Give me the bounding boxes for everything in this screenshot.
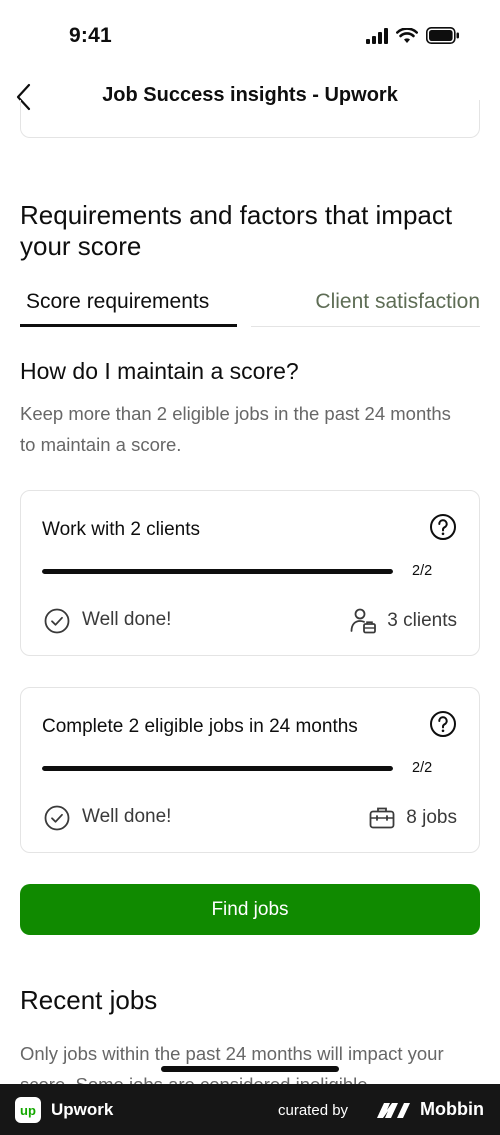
stat-jobs: 8 jobs (368, 804, 457, 832)
requirement-title: Complete 2 eligible jobs in 24 months (42, 716, 358, 737)
status-text: Well done! (82, 806, 172, 827)
home-indicator (161, 1066, 339, 1072)
stat-text: 3 clients (387, 610, 457, 631)
requirement-card-clients: Work with 2 clients 2/2 Well done! 3 cli… (20, 490, 480, 656)
footer-curated-by: curated by (278, 1102, 349, 1119)
progress-count: 2/2 (412, 563, 433, 579)
battery-icon (426, 27, 459, 44)
maintain-score-description: Keep more than 2 eligible jobs in the pa… (20, 403, 451, 455)
status-time: 9:41 (69, 24, 112, 47)
help-icon[interactable] (429, 513, 457, 541)
recent-jobs-heading: Recent jobs (20, 985, 158, 1015)
progress-bar (42, 569, 393, 574)
briefcase-icon (369, 807, 395, 829)
requirements-heading: Requirements and factors that impact you… (20, 200, 453, 261)
tab-client-satisfaction[interactable]: Client satisfaction (251, 285, 480, 327)
previous-card (20, 100, 480, 138)
stat-clients: 3 clients (349, 607, 457, 635)
progress-count: 2/2 (412, 760, 433, 776)
status-icons (366, 27, 460, 44)
help-icon[interactable] (429, 710, 457, 738)
footer-brand: Mobbin (420, 1099, 484, 1119)
tabs: Score requirements Client satisfaction (20, 285, 480, 327)
requirement-card-jobs: Complete 2 eligible jobs in 24 months 2/… (20, 687, 480, 853)
status-bar: 9:41 (0, 0, 500, 70)
progress-bar (42, 766, 393, 771)
footer-app-name: Upwork (51, 1100, 114, 1119)
requirement-title: Work with 2 clients (42, 519, 201, 540)
tab-score-requirements[interactable]: Score requirements (20, 285, 237, 327)
status-text: Well done! (82, 609, 172, 630)
mobbin-logo-icon (377, 1103, 410, 1118)
check-circle-icon (44, 608, 70, 634)
check-circle-icon (44, 805, 70, 831)
stat-text: 8 jobs (406, 807, 457, 828)
maintain-score-heading: How do I maintain a score? (20, 358, 299, 384)
progress-bar-fill (42, 569, 393, 574)
footer-bar: up Upwork curated by Mobbin (0, 1084, 500, 1135)
client-icon (350, 608, 377, 634)
find-jobs-button[interactable]: Find jobs (20, 884, 480, 935)
progress-bar-fill (42, 766, 393, 771)
upwork-logo-icon: up (15, 1097, 41, 1123)
wifi-icon (396, 27, 418, 43)
signal-icon (366, 27, 388, 44)
